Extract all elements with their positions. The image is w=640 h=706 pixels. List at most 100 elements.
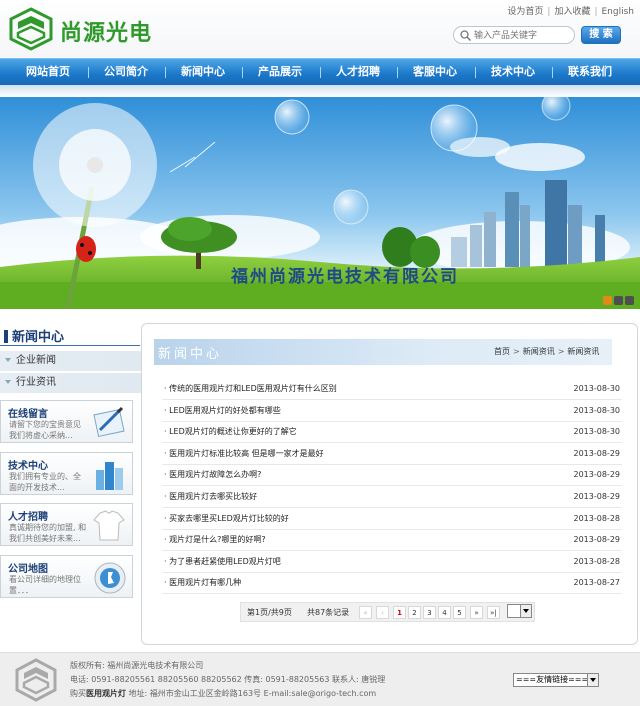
card-title: 公司地图 — [8, 564, 48, 575]
first-page-button[interactable]: « — [359, 606, 372, 619]
news-date: 2013-08-30 — [573, 384, 621, 393]
footer-product-link[interactable]: 医用观片灯 — [86, 689, 126, 698]
card-recruitment[interactable]: 人才招聘 真诚期待您的加盟, 和我们共创美好未来... — [0, 503, 133, 546]
nav-products[interactable]: 产品展示 — [244, 59, 316, 86]
card-company-map[interactable]: 公司地图 看公司详细的地理位置．．． — [0, 555, 133, 598]
news-title[interactable]: · 传统的医用观片灯和LED医用观片灯有什么区别 — [164, 379, 337, 399]
nav-contact[interactable]: 联系我们 — [554, 59, 626, 86]
page-link[interactable]: 1 — [393, 606, 406, 619]
news-date: 2013-08-30 — [573, 427, 621, 436]
page-jump-select[interactable] — [507, 604, 532, 618]
news-date: 2013-08-28 — [573, 557, 621, 566]
chevron-down-icon — [587, 674, 598, 686]
page-title: 新闻中心 — [158, 347, 223, 362]
card-tech-center[interactable]: 技术中心 我们拥有专业的、全 面的开发技术... — [0, 452, 133, 495]
page-link[interactable]: 2 — [408, 606, 421, 619]
breadcrumb-home[interactable]: 首页 — [494, 347, 510, 356]
news-date: 2013-08-27 — [573, 578, 621, 587]
brand-name: 尚源光电 — [60, 21, 153, 46]
card-title: 在线留言 — [8, 409, 48, 420]
last-page-button[interactable]: »| — [487, 606, 500, 619]
news-date: 2013-08-29 — [573, 470, 621, 479]
sidebar-title-underline — [0, 345, 140, 346]
news-row[interactable]: · 传统的医用观片灯和LED医用观片灯有什么区别 2013-08-30 — [162, 379, 622, 400]
card-desc: 真诚期待您的加盟, 和我们共创美好未来... — [9, 523, 87, 543]
news-row[interactable]: · LED观片灯的概述让你更好的了解它 2013-08-30 — [162, 422, 622, 443]
nav-news[interactable]: 新闻中心 — [167, 59, 239, 86]
pagination: 第1页/共9页 共87条记录 « ‹ 1 2 3 4 5 » »| — [240, 602, 535, 622]
news-title[interactable]: · 医用观片灯去哪买比较好 — [164, 487, 257, 507]
news-title[interactable]: · 观片灯是什么?哪里的好啊? — [164, 530, 266, 550]
news-title[interactable]: · 医用观片灯有哪几种 — [164, 573, 241, 593]
buildings-icon — [96, 462, 123, 490]
nav-service[interactable]: 客服中心 — [399, 59, 471, 86]
news-row[interactable]: · 医用观片灯有哪几种 2013-08-27 — [162, 573, 622, 594]
news-row[interactable]: · 医用观片灯故障怎么办啊? 2013-08-29 — [162, 465, 622, 486]
page-info: 第1页/共9页 — [247, 608, 292, 617]
shirt-icon — [93, 510, 125, 541]
nav-about[interactable]: 公司简介 — [90, 59, 162, 86]
page-link[interactable]: 4 — [438, 606, 451, 619]
footer-contact: 电话: 0591-88205561 88205560 88205562 传真: … — [70, 675, 386, 684]
breadcrumb: 首页 > 新闻资讯 > 新闻资讯 — [494, 347, 600, 356]
logo[interactable]: 尚源光电 — [8, 7, 168, 51]
header: 尚源光电 设为首页|加入收藏|English 搜 索 — [0, 0, 640, 58]
news-date: 2013-08-30 — [573, 406, 621, 415]
news-date: 2013-08-29 — [573, 535, 621, 544]
news-row[interactable]: · 买家去哪里买LED观片灯比较的好 2013-08-28 — [162, 509, 622, 530]
breadcrumb-news[interactable]: 新闻资讯 — [523, 347, 555, 356]
friend-links-select[interactable]: ===友情链接=== — [513, 673, 599, 687]
news-date: 2013-08-29 — [573, 492, 621, 501]
breadcrumb-current[interactable]: 新闻资讯 — [567, 347, 599, 356]
sidebar-item-company-news[interactable]: 企业新闻 — [0, 351, 158, 371]
news-date: 2013-08-29 — [573, 449, 621, 458]
page-link[interactable]: 3 — [423, 606, 436, 619]
english-link[interactable]: English — [602, 7, 635, 17]
next-page-button[interactable]: » — [470, 606, 483, 619]
news-title[interactable]: · 为了患者赶紧使用LED观片灯吧 — [164, 552, 281, 572]
card-title: 人才招聘 — [8, 512, 48, 523]
slide-dot-3[interactable] — [625, 296, 634, 305]
news-title[interactable]: · 买家去哪里买LED观片灯比较的好 — [164, 509, 289, 529]
sidebar-item-industry-news[interactable]: 行业资讯 — [0, 373, 158, 393]
footer-address-line: 购买医用观片灯 地址: 福州市金山工业区金岭路163号 E-mail:sale@… — [70, 689, 377, 698]
footer-logo-icon — [15, 658, 57, 702]
sidebar-title: 新闻中心 — [4, 326, 64, 345]
news-row[interactable]: · 观片灯是什么?哪里的好啊? 2013-08-29 — [162, 530, 622, 551]
news-row[interactable]: · 医用观片灯去哪买比较好 2013-08-29 — [162, 487, 622, 508]
card-online-message[interactable]: 在线留言 请留下您的宝贵意见 我们将虚心采纳... — [0, 400, 133, 443]
page-link[interactable]: 5 — [453, 606, 466, 619]
search-box — [453, 26, 575, 44]
card-desc: 我们拥有专业的、全 面的开发技术... — [9, 472, 81, 492]
chevron-down-icon — [520, 605, 531, 617]
banner-slide-dots — [601, 296, 634, 308]
set-homepage-link[interactable]: 设为首页 — [507, 7, 543, 17]
slide-dot-2[interactable] — [614, 296, 623, 305]
search-icon — [460, 30, 472, 42]
news-title[interactable]: · 医用观片灯故障怎么办啊? — [164, 465, 261, 485]
prev-page-button[interactable]: ‹ — [376, 606, 389, 619]
globe-icon — [94, 562, 126, 594]
search-button[interactable]: 搜 索 — [581, 26, 621, 44]
news-row[interactable]: · 医用观片灯标准比较高 但是哪一家才是最好 2013-08-29 — [162, 444, 622, 465]
nav-jobs[interactable]: 人才招聘 — [322, 59, 394, 86]
news-title[interactable]: · LED观片灯的概述让你更好的了解它 — [164, 422, 297, 442]
slide-dot-1[interactable] — [603, 296, 612, 305]
nav-shadow — [0, 85, 640, 97]
footer-copyright: 版权所有: 福州尚源光电技术有限公司 — [70, 661, 204, 670]
card-desc: 看公司详细的地理位置．．． — [9, 575, 81, 595]
top-links: 设为首页 | 加入收藏 | English — [507, 7, 635, 17]
news-title[interactable]: · LED医用观片灯的好处都有哪些 — [164, 401, 281, 421]
news-row[interactable]: · LED医用观片灯的好处都有哪些 2013-08-30 — [162, 401, 622, 422]
news-title[interactable]: · 医用观片灯标准比较高 但是哪一家才是最好 — [164, 444, 324, 464]
add-favorite-link[interactable]: 加入收藏 — [554, 7, 590, 17]
logo-hexagon-icon — [9, 7, 53, 51]
record-count: 共87条记录 — [307, 608, 350, 617]
news-row[interactable]: · 为了患者赶紧使用LED观片灯吧 2013-08-28 — [162, 552, 622, 573]
banner: 福州尚源光电技术有限公司 — [0, 97, 640, 309]
search-input[interactable] — [474, 29, 572, 42]
nav-tech[interactable]: 技术中心 — [477, 59, 549, 86]
nav-home[interactable]: 网站首页 — [12, 59, 84, 86]
news-date: 2013-08-28 — [573, 514, 621, 523]
pen-paper-icon — [93, 406, 125, 438]
